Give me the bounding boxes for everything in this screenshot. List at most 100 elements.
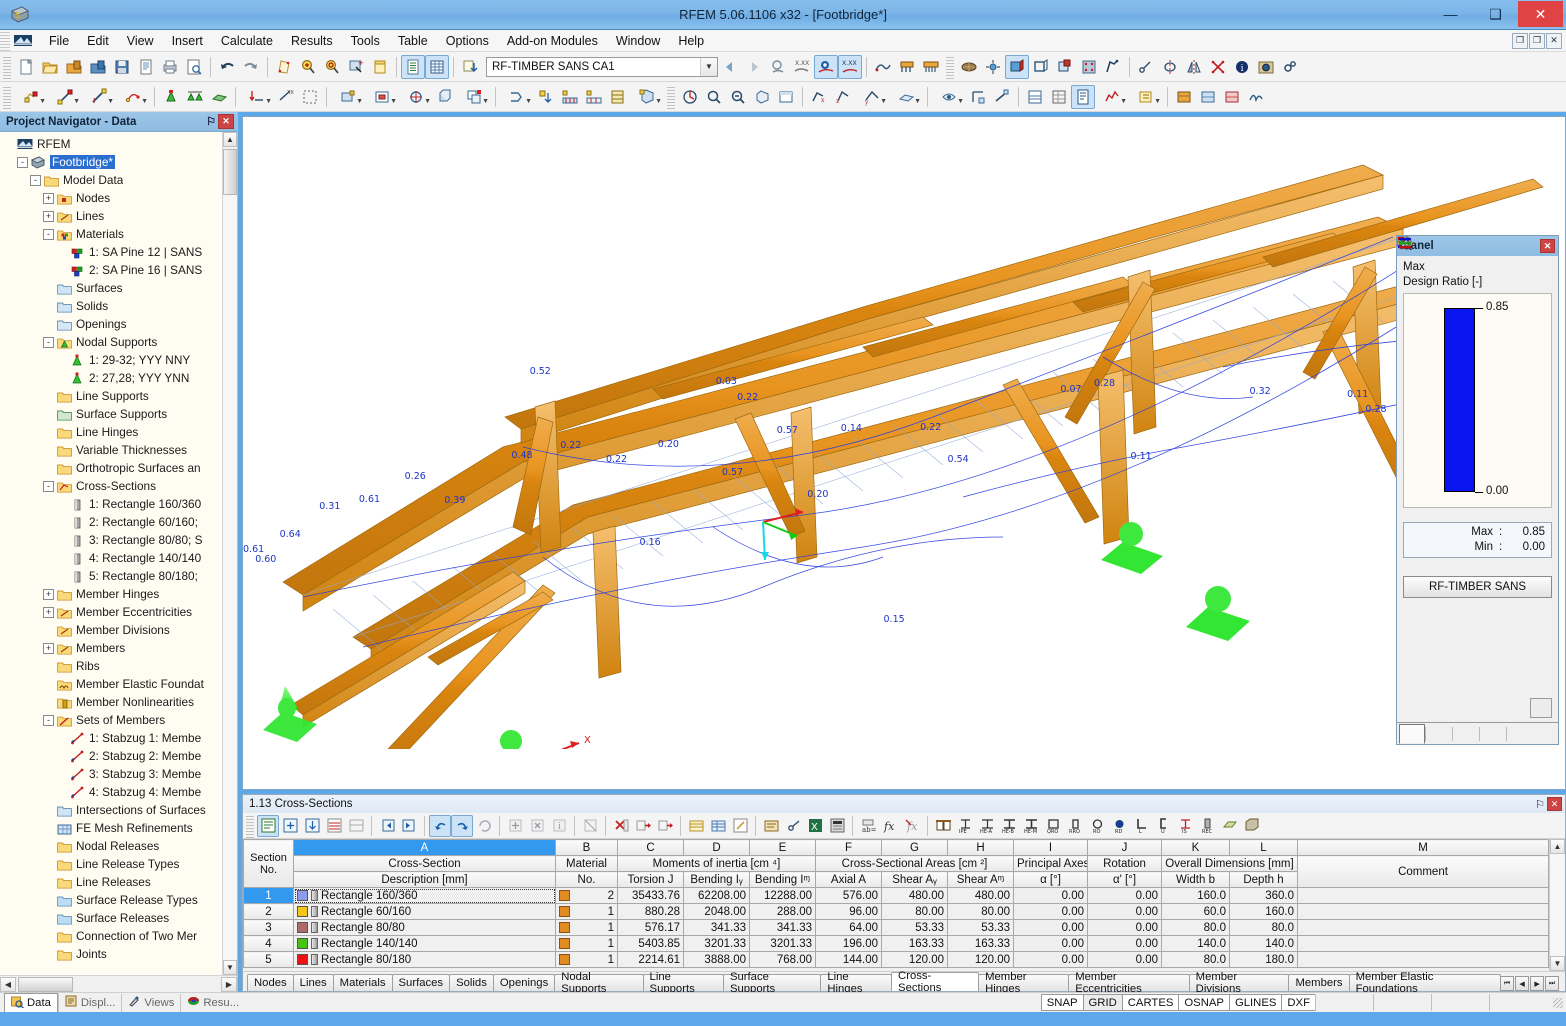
cell-bending-iy[interactable]: 62208.00 — [684, 888, 750, 904]
col-letter-d[interactable]: D — [684, 840, 750, 856]
section-heb-icon[interactable]: HE-B — [998, 815, 1020, 837]
col-letter-j[interactable]: J — [1088, 840, 1162, 856]
cell-bending-iz[interactable]: 3201.33 — [750, 936, 816, 952]
col-letter-c[interactable]: C — [618, 840, 684, 856]
chevron-down-icon[interactable]: ▼ — [482, 98, 489, 105]
menu-item-view[interactable]: View — [118, 32, 163, 50]
table-tab-solids[interactable]: Solids — [449, 974, 494, 991]
mdi-minimize-icon[interactable]: ❐ — [1512, 33, 1528, 49]
tree-node-nodal-supports[interactable]: -Nodal Supports — [4, 333, 222, 351]
cell-rotation-alpha[interactable]: 0.00 — [1088, 920, 1162, 936]
row-header-section-no[interactable]: 2 — [244, 904, 294, 920]
tree-node-1-stabzug-1-membe[interactable]: 1: Stabzug 1: Membe — [4, 729, 222, 747]
cell-axial-a[interactable]: 196.00 — [816, 936, 882, 952]
tree-node-1-29-32-yyy-nny[interactable]: 1: 29-32; YYY NNY — [4, 351, 222, 369]
table-close-icon[interactable]: ✕ — [1547, 797, 1562, 811]
results-table-icon[interactable] — [1047, 85, 1071, 109]
expand-icon[interactable]: + — [43, 193, 54, 204]
row-header-section-no[interactable]: 3 — [244, 920, 294, 936]
tree-node-5-rectangle-80-180[interactable]: 5: Rectangle 80/180; — [4, 567, 222, 585]
section-ipe-icon[interactable]: IPE — [954, 815, 976, 837]
cell-axial-a[interactable]: 64.00 — [816, 920, 882, 936]
pin-icon[interactable]: ⚐ — [204, 115, 218, 129]
table-row[interactable]: 1Rectangle 160/360235433.7662208.0012288… — [244, 888, 1549, 904]
calculator-icon[interactable] — [826, 815, 848, 837]
open-model-icon[interactable] — [86, 55, 110, 79]
formula-icon[interactable]: fx — [879, 815, 901, 837]
measure-icon[interactable] — [1134, 55, 1158, 79]
surface-load-icon[interactable] — [298, 85, 322, 109]
cell-comment[interactable] — [1298, 888, 1549, 904]
status-tab-views[interactable]: Views — [121, 994, 180, 1012]
open-file-icon[interactable] — [38, 55, 62, 79]
select-window-mode-icon[interactable]: ▼ — [365, 85, 399, 109]
cell-material-no[interactable]: 2 — [556, 888, 618, 904]
chevron-down-icon[interactable]: ▼ — [39, 98, 46, 105]
table-row[interactable]: 2Rectangle 60/1601880.282048.00288.0096.… — [244, 904, 1549, 920]
chevron-down-icon[interactable]: ▼ — [265, 98, 272, 105]
tree-node-members[interactable]: +Members — [4, 639, 222, 657]
section-is-icon[interactable]: IS — [1174, 815, 1196, 837]
table-toolbar-grip[interactable] — [246, 814, 254, 838]
model-colors-icon[interactable] — [1077, 55, 1101, 79]
expand-icon[interactable]: + — [43, 589, 54, 600]
delete-selection-icon[interactable] — [1206, 55, 1230, 79]
generate-solid-icon[interactable]: ▼ — [630, 85, 664, 109]
status-tab-displ-[interactable]: Displ... — [58, 994, 122, 1012]
expand-icon[interactable]: + — [43, 607, 54, 618]
tree-node-solids[interactable]: Solids — [4, 297, 222, 315]
calculate-all-icon[interactable] — [678, 85, 702, 109]
load-case-select-icon[interactable] — [458, 55, 482, 79]
menu-item-edit[interactable]: Edit — [78, 32, 118, 50]
tab-nav-prev-icon[interactable]: ◀ — [1515, 976, 1529, 991]
table-tab-openings[interactable]: Openings — [493, 974, 555, 991]
results-display-icon[interactable] — [1023, 85, 1047, 109]
chevron-down-icon[interactable]: ▼ — [1120, 98, 1127, 105]
sections-view-icon[interactable] — [1101, 55, 1125, 79]
row-header-section-no[interactable]: 1 — [244, 888, 294, 904]
cell-comment[interactable] — [1298, 936, 1549, 952]
cell-bending-iz[interactable]: 12288.00 — [750, 888, 816, 904]
resize-grip-icon[interactable] — [1553, 998, 1563, 1008]
select-window-icon[interactable]: + — [344, 55, 368, 79]
section-qro-icon[interactable]: QRO — [1042, 815, 1064, 837]
tree-node-line-releases[interactable]: Line Releases — [4, 873, 222, 891]
tree-node-2-rectangle-60-160[interactable]: 2: Rectangle 60/160; — [4, 513, 222, 531]
table-tab-member-eccentricities[interactable]: Member Eccentricities — [1068, 974, 1189, 991]
tree-node-fe-mesh-refinements[interactable]: FE Mesh Refinements — [4, 819, 222, 837]
col-letter-g[interactable]: G — [882, 840, 948, 856]
support-reactions2-icon[interactable] — [919, 55, 943, 79]
cross-sections-table[interactable]: SectionNo. A B C D E F G H I — [243, 839, 1549, 968]
cell-shear-ay[interactable]: 480.00 — [882, 888, 948, 904]
mesh-table-icon[interactable] — [606, 85, 630, 109]
tree-node-line-release-types[interactable]: Line Release Types — [4, 855, 222, 873]
minimize-button[interactable]: — — [1428, 1, 1473, 27]
zoom-all-icon[interactable] — [320, 55, 344, 79]
menu-item-results[interactable]: Results — [282, 32, 342, 50]
table-grid-style-icon[interactable] — [707, 815, 729, 837]
cell-material-no[interactable]: 1 — [556, 920, 618, 936]
cell-bending-iy[interactable]: 2048.00 — [684, 904, 750, 920]
table-scroll-up-icon[interactable]: ▲ — [1550, 839, 1565, 854]
table-tab-cross-sections[interactable]: Cross-Sections — [891, 972, 979, 991]
tree-node-footbridge[interactable]: -Footbridge* — [4, 153, 222, 171]
cell-cross-section-description[interactable]: Rectangle 160/360 — [294, 888, 556, 904]
cell-width-b[interactable]: 80.0 — [1162, 952, 1230, 968]
result-values-icon[interactable]: X.XX — [790, 55, 814, 79]
cell-material-no[interactable]: 1 — [556, 952, 618, 968]
cell-principal-alpha[interactable]: 0.00 — [1014, 904, 1088, 920]
show-tables-icon[interactable] — [401, 55, 425, 79]
tree-node-orthotropic-surfaces-an[interactable]: Orthotropic Surfaces an — [4, 459, 222, 477]
open-project-icon[interactable] — [62, 55, 86, 79]
zoom-in-icon[interactable] — [296, 55, 320, 79]
save-icon[interactable] — [110, 55, 134, 79]
nodes-visible-icon[interactable] — [966, 85, 990, 109]
section-rec-icon[interactable]: REC — [1196, 815, 1218, 837]
tree-node-cross-sections[interactable]: -Cross-Sections — [4, 477, 222, 495]
table-tab-members[interactable]: Members — [1288, 974, 1349, 991]
section-solid-icon[interactable] — [1240, 815, 1262, 837]
section-rd-icon[interactable]: RD — [1108, 815, 1130, 837]
insert-row-icon[interactable] — [301, 815, 323, 837]
scroll-thumb[interactable] — [223, 149, 237, 195]
tree-node-line-hinges[interactable]: Line Hinges — [4, 423, 222, 441]
